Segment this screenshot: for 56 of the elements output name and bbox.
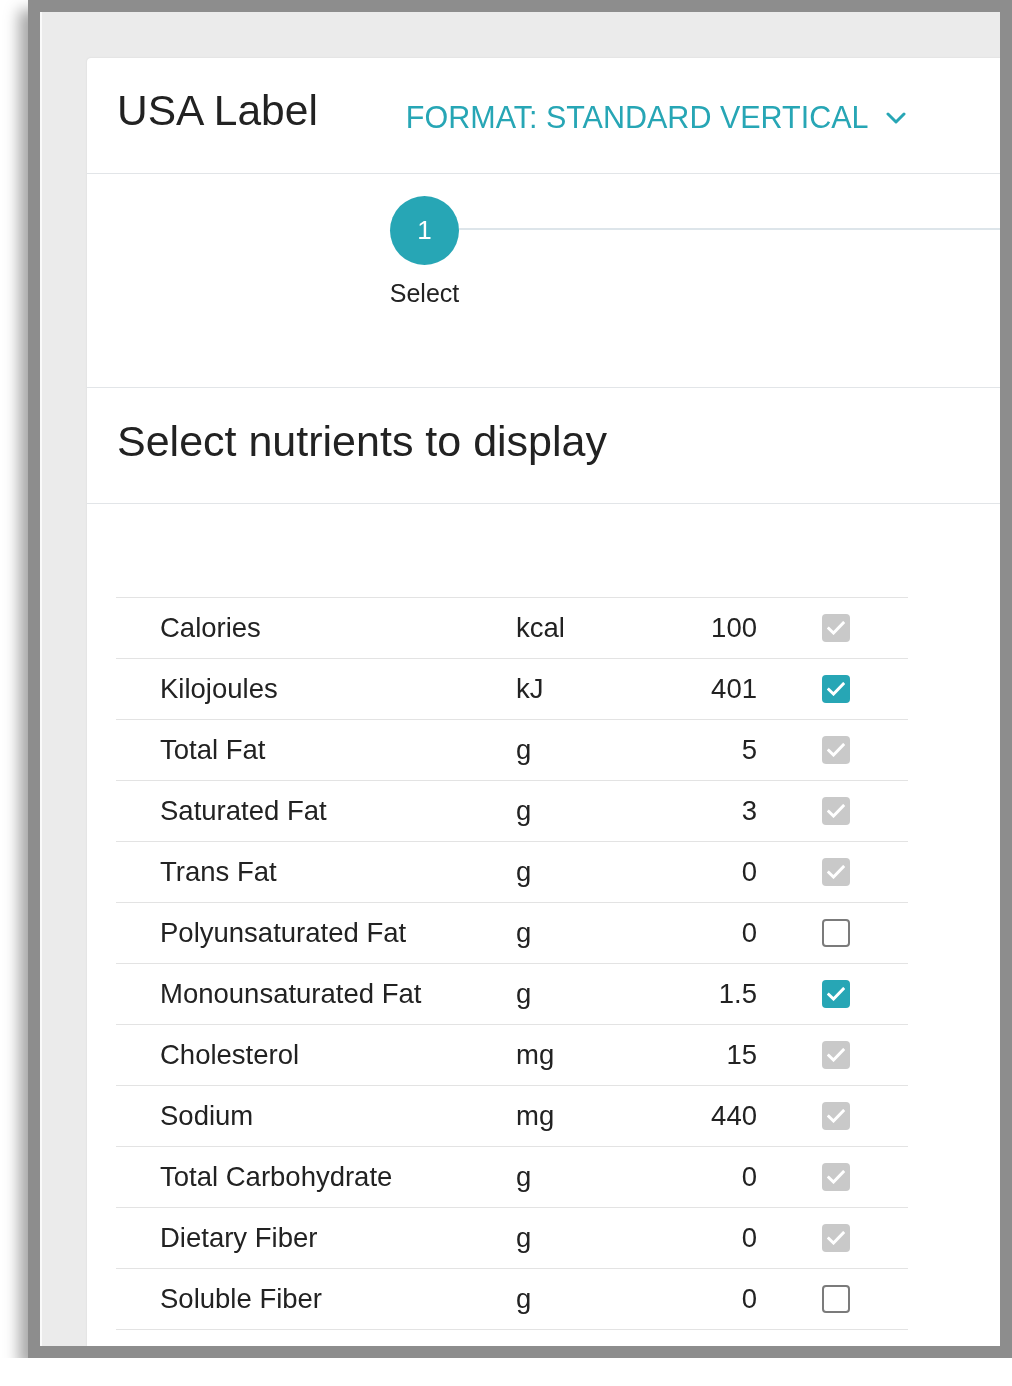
nutrient-amount: 0 <box>741 1283 757 1315</box>
check-icon <box>827 682 845 696</box>
nutrient-name: Total Carbohydrate <box>160 1161 393 1193</box>
nutrient-name: Soluble Fiber <box>160 1283 323 1315</box>
format-dropdown[interactable]: FORMAT: STANDARD VERTICAL <box>405 102 907 133</box>
nutrient-name: Calories <box>160 612 261 644</box>
nutrient-name: Kilojoules <box>160 673 278 705</box>
nutrient-amount: 3 <box>741 795 757 827</box>
nutrient-unit: g <box>516 734 532 766</box>
check-icon <box>827 804 845 818</box>
nutrient-unit: g <box>516 1283 532 1315</box>
nutrient-unit: g <box>516 1222 532 1254</box>
step-number: 1 <box>390 196 459 265</box>
nutrient-amount: 0 <box>741 1161 757 1193</box>
nutrient-unit: g <box>516 978 532 1010</box>
nutrient-unit: g <box>516 1161 532 1193</box>
nutrient-unit: kcal <box>516 612 565 644</box>
check-icon <box>827 1231 845 1245</box>
nutrient-name: Saturated Fat <box>160 795 327 827</box>
nutrient-name: Trans Fat <box>160 856 277 888</box>
nutrient-name: Cholesterol <box>160 1039 300 1071</box>
checkbox[interactable] <box>822 675 850 703</box>
nutrient-unit: g <box>516 856 532 888</box>
check-icon <box>827 987 845 1001</box>
check-icon <box>827 743 845 757</box>
nutrient-name: Total Fat <box>160 734 266 766</box>
nutrient-amount: 440 <box>711 1100 757 1132</box>
nutrient-amount: 1.5 <box>718 978 757 1010</box>
nutrient-amount: 401 <box>711 673 757 705</box>
nutrient-amount: 0 <box>741 856 757 888</box>
nutrient-amount: 0 <box>741 917 757 949</box>
check-icon <box>827 865 845 879</box>
nutrient-amount: 5 <box>741 734 757 766</box>
check-icon <box>827 621 845 635</box>
nutrient-amount: 15 <box>726 1039 757 1071</box>
checkbox[interactable] <box>822 1285 850 1313</box>
checkbox[interactable] <box>822 919 850 947</box>
step-label: Select <box>389 279 460 308</box>
nutrient-unit: g <box>516 917 532 949</box>
check-icon <box>827 1170 845 1184</box>
nutrient-name: Monounsaturated Fat <box>160 978 422 1010</box>
section-title: Select nutrients to display <box>117 417 607 466</box>
nutrient-unit: g <box>516 795 532 827</box>
chevron-down-icon <box>886 111 907 124</box>
page-title: USA Label <box>117 90 318 133</box>
nutrient-amount: 0 <box>741 1222 757 1254</box>
nutrient-name: Polyunsaturated Fat <box>160 917 407 949</box>
check-icon <box>827 1048 845 1062</box>
check-icon <box>827 1109 845 1123</box>
nutrient-name: Dietary Fiber <box>160 1222 318 1254</box>
nutrient-name: Sodium <box>160 1100 254 1132</box>
nutrient-amount: 100 <box>711 612 757 644</box>
nutrient-unit: mg <box>516 1100 555 1132</box>
nutrient-unit: kJ <box>516 673 544 705</box>
checkbox[interactable] <box>822 980 850 1008</box>
nutrient-unit: mg <box>516 1039 555 1071</box>
